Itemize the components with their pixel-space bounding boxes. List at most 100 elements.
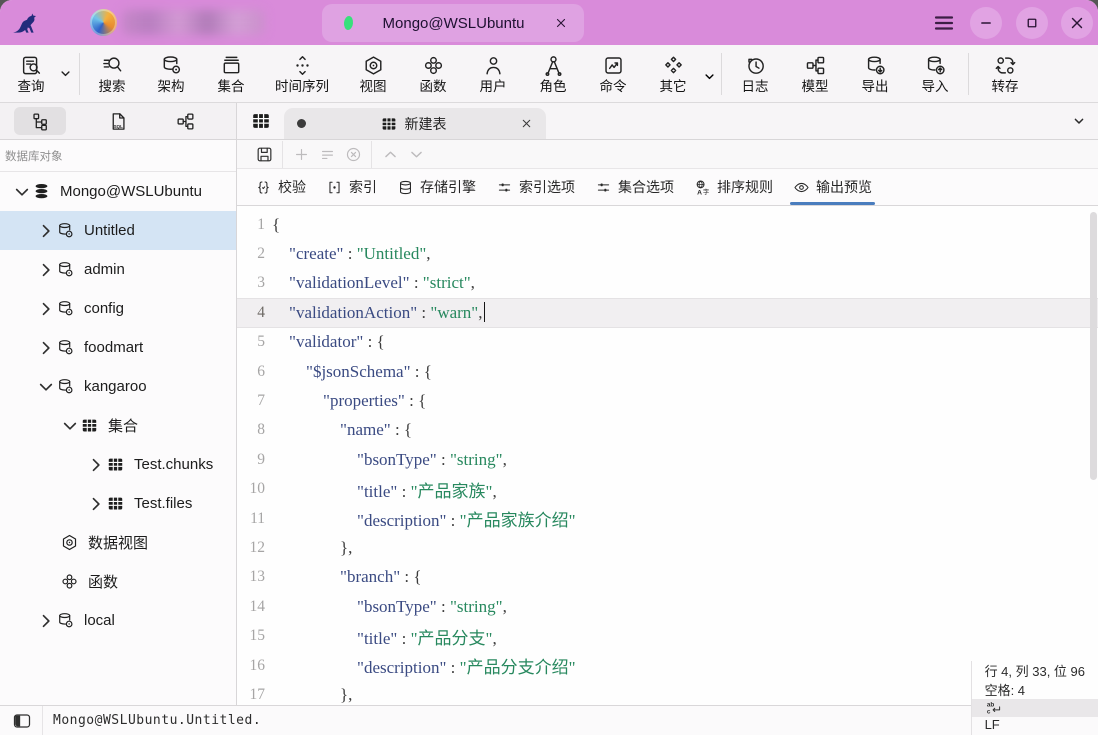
toolbar-button-other[interactable]: 其它 (643, 47, 703, 101)
toolbar-button-query[interactable]: 查询 (8, 47, 54, 101)
code-line-3: 3 "validationLevel" : "strict", (237, 269, 1098, 298)
subtab-validation[interactable]: 校验 (245, 169, 316, 205)
cancel-button[interactable] (340, 141, 366, 167)
chevron-right-icon[interactable] (86, 497, 106, 511)
toolbar-button-label: 视图 (360, 80, 387, 93)
line-number: 3 (237, 274, 265, 292)
save-button[interactable] (251, 141, 277, 167)
function-icon (422, 54, 445, 77)
close-tab-icon[interactable] (520, 117, 533, 130)
toolbar-button-view[interactable]: 视图 (343, 47, 403, 101)
tree-item-data-views[interactable]: 数据视图 (0, 523, 236, 562)
editor-scrollbar[interactable] (1090, 212, 1097, 480)
tree-item-collections[interactable]: 集合 (0, 406, 236, 445)
code-line-4: 4 "validationAction" : "warn", (237, 298, 1098, 327)
tree-item-untitled[interactable]: Untitled (0, 211, 236, 250)
toolbar-button-export[interactable]: 导出 (845, 47, 905, 101)
layout-left-icon[interactable] (12, 711, 32, 731)
objects-tab-button[interactable] (250, 110, 272, 132)
move-up-button[interactable] (377, 141, 403, 167)
close-window-button[interactable] (1061, 7, 1093, 39)
chevron-right-icon[interactable] (86, 458, 106, 472)
word-wrap-icon: abc (985, 699, 1003, 717)
table-icon (106, 455, 125, 474)
chevron-down-icon[interactable] (60, 419, 80, 433)
toolbar-button-dump[interactable]: 转存 (972, 47, 1038, 101)
code-line-8: 8 "name" : { (237, 416, 1098, 445)
tree-item-admin[interactable]: admin (0, 250, 236, 289)
subtab-storage-engine[interactable]: 存储引擎 (387, 169, 486, 205)
line-number: 15 (237, 627, 265, 645)
code-line-17: 17 }, (237, 680, 1098, 705)
blurred-tab[interactable] (122, 10, 264, 35)
status-cursor-position[interactable]: 行 4, 列 33, 位 96 (971, 661, 1098, 680)
toolbar-button-schema[interactable]: 架构 (141, 47, 201, 101)
status-spaces[interactable]: 空格: 4 (971, 680, 1098, 699)
subtab-collection-options[interactable]: 集合选项 (585, 169, 684, 205)
subtab-index-options[interactable]: 索引选项 (486, 169, 585, 205)
subtab-output-preview[interactable]: 输出预览 (783, 169, 882, 205)
delete-field-button[interactable] (314, 141, 340, 167)
chevron-right-icon[interactable] (36, 614, 56, 628)
toolbar-button-command[interactable]: 命令 (583, 47, 643, 101)
subtab-indexes[interactable]: 索引 (316, 169, 387, 205)
connection-title-tab[interactable]: Mongo@WSLUbuntu (322, 4, 584, 42)
toolbar-button-label: 导入 (922, 80, 949, 93)
move-down-button[interactable] (403, 141, 429, 167)
panel-tab-model-designer[interactable] (175, 111, 196, 132)
chevron-down-icon[interactable] (12, 185, 32, 199)
chevron-down-icon[interactable] (1070, 112, 1088, 130)
tree-item-test-files[interactable]: Test.files (0, 484, 236, 523)
status-line-ending[interactable]: LF (971, 717, 1098, 732)
maximize-button[interactable] (1016, 7, 1048, 39)
doc-tab-new-table[interactable]: 新建表 (284, 108, 546, 139)
toolbar-button-search[interactable]: 搜索 (83, 47, 141, 101)
minimize-button[interactable] (970, 7, 1002, 39)
panel-tab-query-editor[interactable]: SQL (108, 111, 129, 132)
chevron-down-icon[interactable] (36, 380, 56, 394)
view-icon (60, 533, 79, 552)
chevron-down-icon[interactable] (701, 68, 718, 85)
chevron-right-icon[interactable] (36, 263, 56, 277)
doc-tab-label: 新建表 (405, 114, 447, 134)
toolbar-button-label: 模型 (802, 80, 829, 93)
query-dropdown-button[interactable] (54, 47, 76, 101)
tree-item-kangaroo[interactable]: kangaroo (0, 367, 236, 406)
text-cursor (484, 302, 486, 322)
code-editor[interactable]: 1{2 "create" : "Untitled",3 "validationL… (237, 206, 1098, 705)
line-number: 10 (237, 480, 265, 498)
chevron-right-icon[interactable] (36, 341, 56, 355)
line-number: 17 (237, 686, 265, 704)
status-word-wrap[interactable]: abc (971, 699, 1098, 717)
toolbar-button-log[interactable]: 日志 (725, 47, 785, 101)
toolbar-button-collection[interactable]: 集合 (201, 47, 261, 101)
chevron-right-icon[interactable] (36, 302, 56, 316)
toolbar-separator (968, 53, 969, 95)
connection-tab-label: Mongo@WSLUbuntu (353, 15, 554, 32)
subtab-collation[interactable]: A字排序规则 (684, 169, 783, 205)
toolbar-button-import[interactable]: 导入 (905, 47, 965, 101)
toolbar-button-role[interactable]: 角色 (523, 47, 583, 101)
toolbar-button-model[interactable]: 模型 (785, 47, 845, 101)
index-options-icon (496, 179, 513, 196)
close-icon[interactable] (554, 16, 568, 30)
toolbar-button-function[interactable]: 函数 (403, 47, 463, 101)
model-icon (804, 54, 827, 77)
tree-item-connection[interactable]: Mongo@WSLUbuntu (0, 172, 236, 211)
add-field-button[interactable] (288, 141, 314, 167)
tree-item-foodmart[interactable]: foodmart (0, 328, 236, 367)
panel-tab-objects-tree[interactable] (14, 107, 66, 135)
tree-item-config[interactable]: config (0, 289, 236, 328)
menu-icon[interactable] (930, 11, 958, 35)
subtab-label: 输出预览 (816, 177, 872, 197)
tree-item-local[interactable]: local (0, 601, 236, 640)
toolbar-button-timeseries[interactable]: 时间序列 (261, 47, 343, 101)
collection-icon (220, 54, 243, 77)
subtab-label: 排序规则 (717, 177, 773, 197)
toolbar-button-label: 查询 (18, 80, 45, 93)
chevron-right-icon[interactable] (36, 224, 56, 238)
tree-item-test-chunks[interactable]: Test.chunks (0, 445, 236, 484)
log-icon (744, 54, 767, 77)
tree-item-functions[interactable]: 函数 (0, 562, 236, 601)
toolbar-button-user[interactable]: 用户 (463, 47, 523, 101)
